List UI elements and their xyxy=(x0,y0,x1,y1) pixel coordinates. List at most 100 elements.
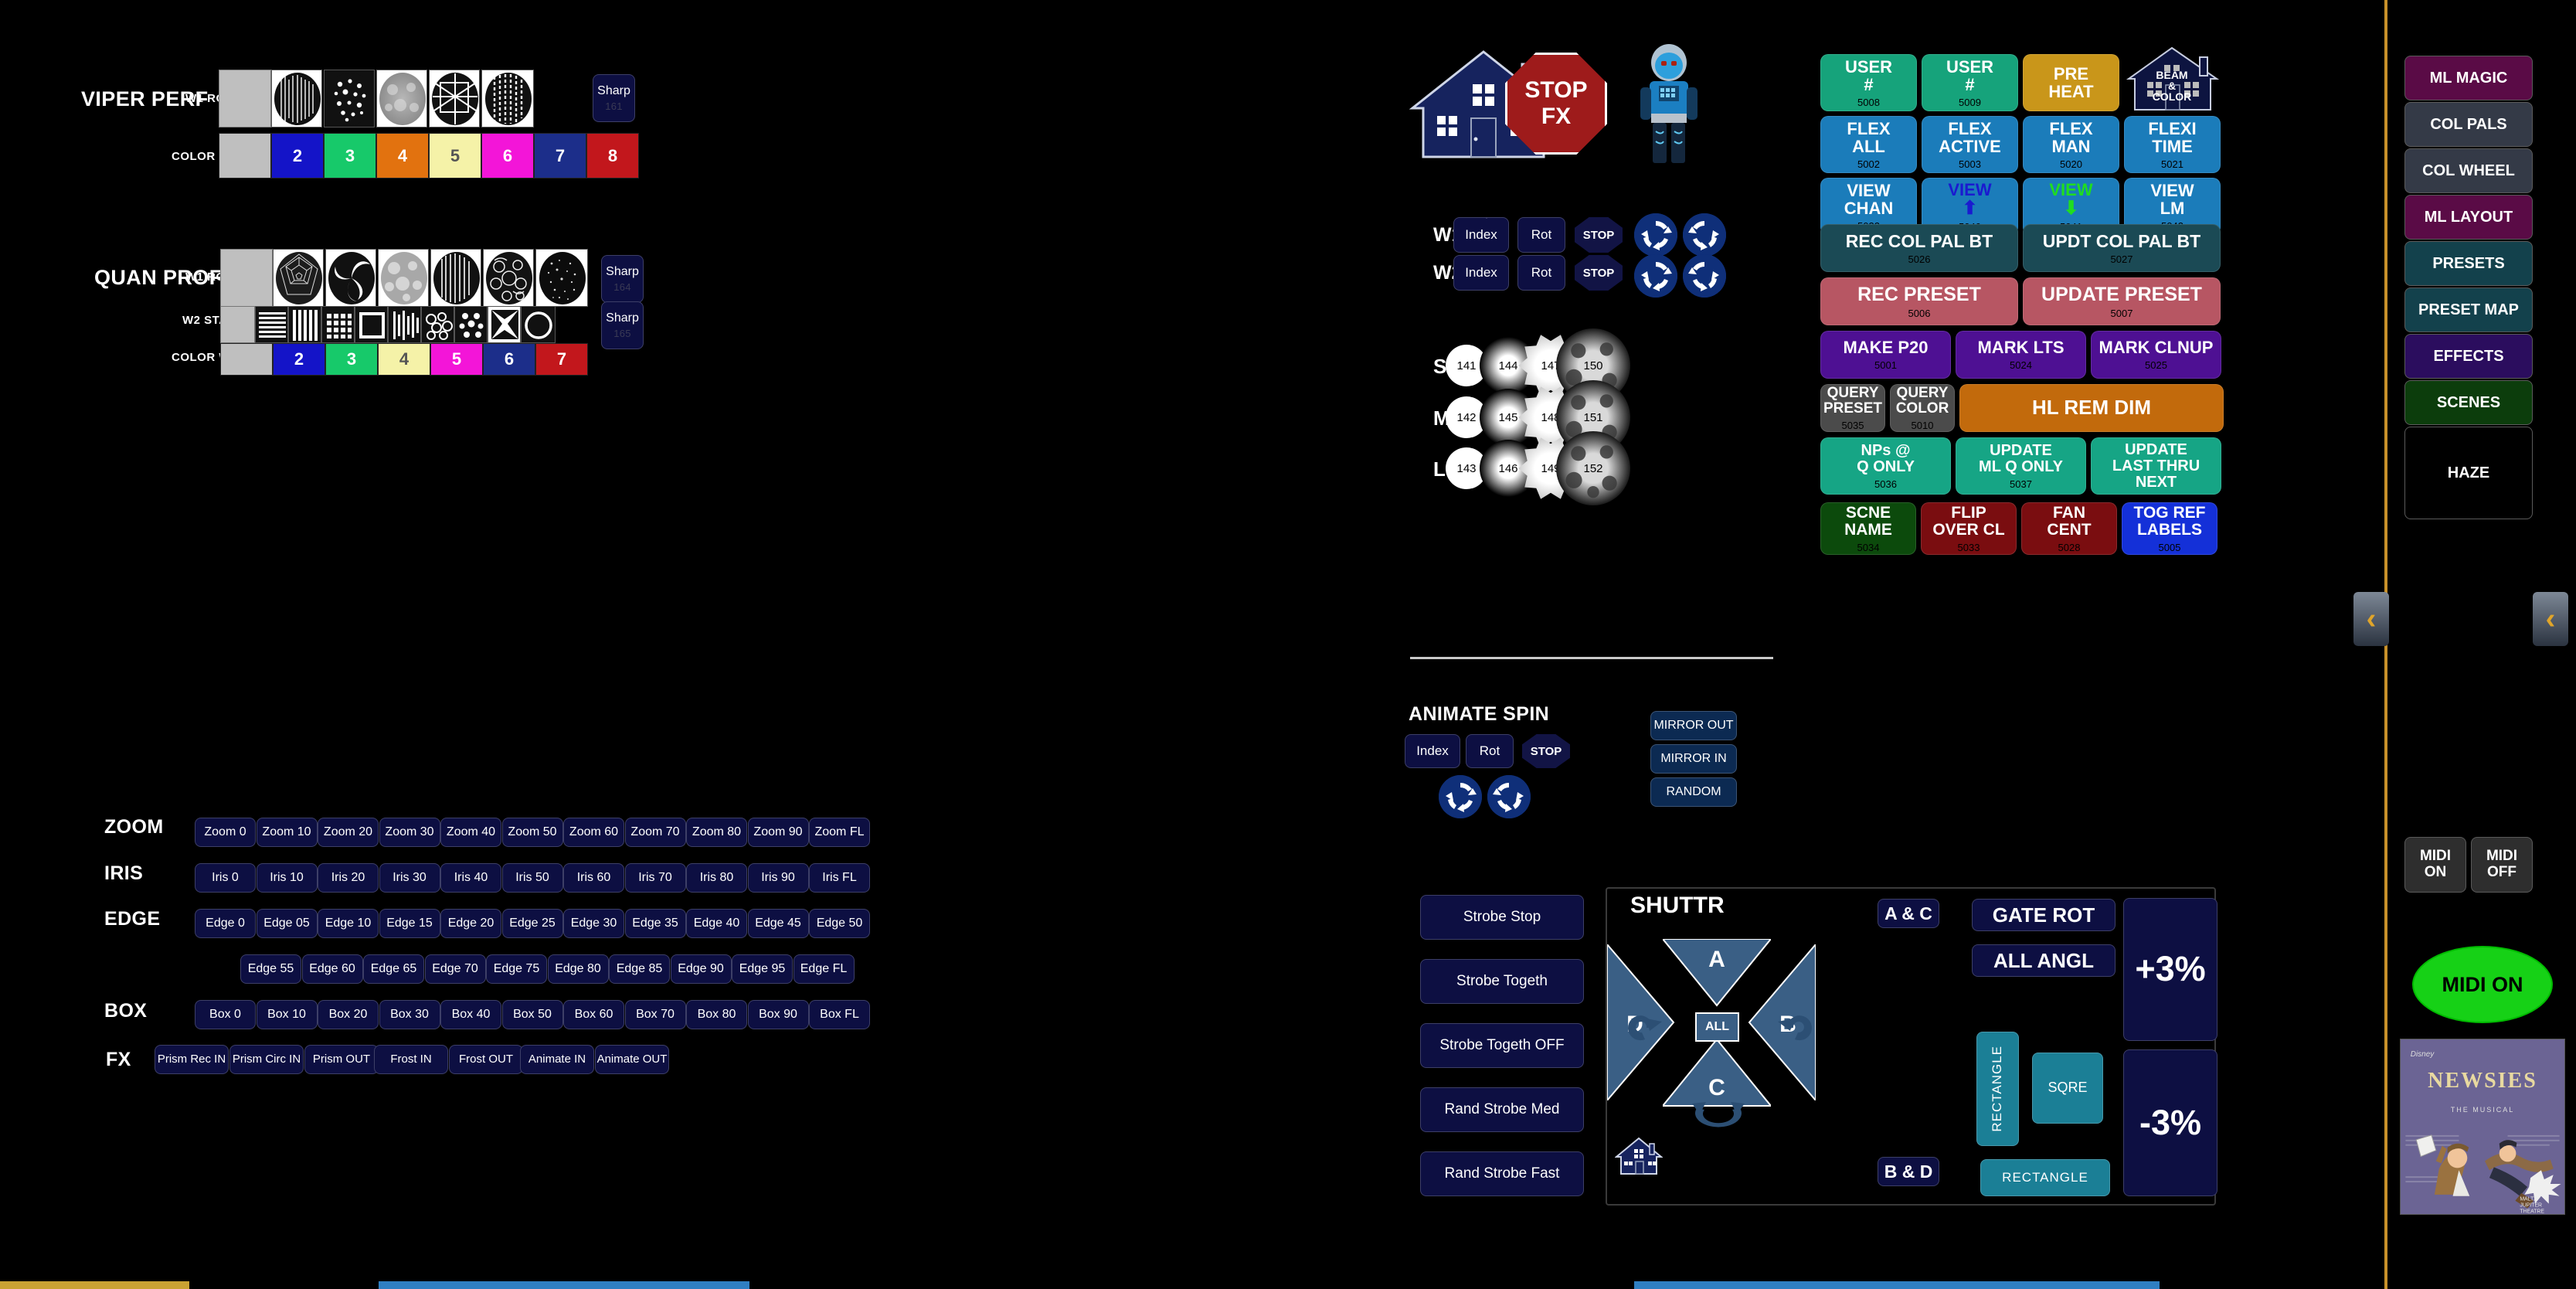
panel-button[interactable]: USER # 5008 xyxy=(1820,54,1917,111)
shutter-rotate-left-icon[interactable] xyxy=(1617,1005,1665,1053)
strobe-button[interactable]: Rand Strobe Fast xyxy=(1420,1151,1584,1196)
animate-spin-cw-icon[interactable] xyxy=(1487,775,1531,818)
gobo-cell-bars[interactable] xyxy=(388,306,421,343)
panel-button[interactable]: TOG REF LABELS 5005 xyxy=(2122,502,2217,555)
param-button[interactable]: Zoom 10 xyxy=(256,818,318,847)
w1-stop-button[interactable]: STOP xyxy=(1575,217,1623,253)
w1-spin-cw-icon[interactable] xyxy=(1683,213,1726,257)
param-button[interactable]: Edge 80 xyxy=(547,954,609,984)
param-button[interactable]: Edge 30 xyxy=(563,909,624,938)
param-button[interactable]: Iris 10 xyxy=(256,863,318,893)
panel-button[interactable]: FLIP OVER CL 5033 xyxy=(1921,502,2017,555)
param-button[interactable]: Zoom 90 xyxy=(747,818,809,847)
w2-rot-button[interactable]: Rot xyxy=(1517,255,1565,291)
param-button[interactable]: Box 30 xyxy=(379,1000,440,1029)
param-button[interactable]: Edge 90 xyxy=(670,954,732,984)
sidebar-item-haze[interactable]: HAZE xyxy=(2404,427,2533,519)
param-button[interactable]: Edge 75 xyxy=(486,954,547,984)
mr-freeze-figure-icon[interactable] xyxy=(1634,43,1704,170)
gobo-cell-empty[interactable] xyxy=(220,249,273,307)
color-cell[interactable]: 7 xyxy=(535,343,588,376)
color-cell[interactable]: 6 xyxy=(483,343,535,376)
sharp-button-quan-w2[interactable]: Sharp 165 xyxy=(601,301,644,349)
param-button[interactable]: Box 10 xyxy=(256,1000,318,1029)
shutter-home-icon[interactable] xyxy=(1614,1136,1664,1176)
param-button[interactable]: Iris 40 xyxy=(440,863,501,893)
param-button[interactable]: Edge 45 xyxy=(747,909,809,938)
shutter-rotate-bottom-icon[interactable] xyxy=(1689,1097,1748,1141)
param-button[interactable]: Box 90 xyxy=(747,1000,809,1029)
fx-button[interactable]: Prism Circ IN xyxy=(229,1045,304,1074)
sidebar-item-ml-layout[interactable]: ML LAYOUT xyxy=(2404,195,2533,240)
rectangle-horizontal-button[interactable]: RECTANGLE xyxy=(1980,1159,2110,1196)
sidebar-midi-on[interactable]: MIDI ON xyxy=(2404,837,2466,893)
color-cell[interactable]: 3 xyxy=(325,343,378,376)
gobo-cell-ring[interactable] xyxy=(521,306,556,343)
gobo-cell-cloud[interactable] xyxy=(376,70,427,128)
sidebar-item-preset-map[interactable]: PRESET MAP xyxy=(2404,287,2533,332)
gobo-cell-rings[interactable] xyxy=(483,249,534,307)
w1-rot-button[interactable]: Rot xyxy=(1517,217,1565,253)
param-button[interactable]: Box 0 xyxy=(195,1000,256,1029)
panel-button[interactable]: FLEX ACTIVE 5003 xyxy=(1922,116,2018,173)
panel-button[interactable]: UPDT COL PAL BT 5027 xyxy=(2023,224,2221,272)
gobo-cell-web[interactable] xyxy=(273,249,324,307)
param-button[interactable]: Box 20 xyxy=(318,1000,379,1029)
param-button[interactable]: Iris 20 xyxy=(318,863,379,893)
gobo-cell-dotsbig[interactable] xyxy=(454,306,488,343)
param-button[interactable]: Edge 50 xyxy=(809,909,870,938)
sidebar-item-scenes[interactable]: SCENES xyxy=(2404,380,2533,425)
param-button[interactable]: Edge FL xyxy=(793,954,855,984)
shutter-bd-button[interactable]: B & D xyxy=(1878,1157,1939,1186)
midi-status-indicator[interactable]: MIDI ON xyxy=(2412,946,2553,1023)
color-cell[interactable]: 7 xyxy=(534,133,586,179)
gobo-cell-vlines[interactable] xyxy=(288,306,321,343)
gobo-cell-dots[interactable] xyxy=(324,70,375,128)
panel-button[interactable]: FAN CENT 5028 xyxy=(2021,502,2117,555)
param-button[interactable]: Edge 20 xyxy=(440,909,501,938)
gobo-cell-frame[interactable] xyxy=(355,306,388,343)
param-button[interactable]: Box 40 xyxy=(440,1000,501,1029)
param-button[interactable]: Zoom 0 xyxy=(195,818,256,847)
collapse-left-icon[interactable]: ‹ xyxy=(2353,592,2389,646)
sidebar-item-ml-magic[interactable]: ML MAGIC xyxy=(2404,56,2533,100)
panel-button[interactable]: MAKE P20 5001 xyxy=(1820,331,1951,379)
animate-stop-button[interactable]: STOP xyxy=(1522,734,1570,768)
fx-button[interactable]: Frost IN xyxy=(374,1045,448,1074)
gobo-cell-grid[interactable] xyxy=(321,306,355,343)
gate-rot-button[interactable]: GATE ROT xyxy=(1972,899,2116,931)
color-cell[interactable]: 2 xyxy=(271,133,324,179)
gobo-cell-streaks[interactable] xyxy=(430,249,481,307)
mirror-button[interactable]: MIRROR OUT xyxy=(1650,711,1737,740)
gobo-cell-speckle[interactable] xyxy=(535,249,588,307)
mirror-button[interactable]: RANDOM xyxy=(1650,777,1737,807)
panel-button[interactable]: QUERY COLOR 5010 xyxy=(1890,384,1955,432)
panel-button[interactable]: HL REM DIM xyxy=(1959,384,2224,432)
strobe-button[interactable]: Strobe Togeth xyxy=(1420,959,1584,1004)
gobo-cell-cloud[interactable] xyxy=(378,249,429,307)
param-button[interactable]: Iris 30 xyxy=(379,863,440,893)
fx-button[interactable]: Animate OUT xyxy=(595,1045,669,1074)
panel-button[interactable]: FLEX ALL 5002 xyxy=(1820,116,1917,173)
param-button[interactable]: Box FL xyxy=(809,1000,870,1029)
param-button[interactable]: Zoom 30 xyxy=(379,818,440,847)
param-button[interactable]: Edge 65 xyxy=(363,954,424,984)
panel-button[interactable]: PRE HEAT xyxy=(2023,54,2119,111)
color-cell[interactable]: 8 xyxy=(586,133,639,179)
beam-and-color-button[interactable]: BEAM & COLOR xyxy=(2124,45,2221,111)
fx-button[interactable]: Animate IN xyxy=(520,1045,594,1074)
color-cell[interactable]: 6 xyxy=(481,133,534,179)
param-button[interactable]: Iris 50 xyxy=(501,863,563,893)
param-button[interactable]: Iris 0 xyxy=(195,863,256,893)
collapse-left-icon-2[interactable]: ‹ xyxy=(2533,592,2568,646)
param-button[interactable]: Iris 90 xyxy=(747,863,809,893)
mirror-button[interactable]: MIRROR IN xyxy=(1650,744,1737,774)
panel-button[interactable]: NPs @ Q ONLY 5036 xyxy=(1820,437,1951,495)
color-cell[interactable]: 5 xyxy=(429,133,481,179)
sharp-button-quan-w1[interactable]: Sharp 164 xyxy=(601,255,644,303)
fx-button[interactable]: Prism OUT xyxy=(304,1045,379,1074)
all-angl-button[interactable]: ALL ANGL xyxy=(1972,944,2116,977)
param-button[interactable]: Iris FL xyxy=(809,863,870,893)
param-button[interactable]: Zoom FL xyxy=(809,818,870,847)
panel-button[interactable]: FLEXI TIME 5021 xyxy=(2124,116,2221,173)
